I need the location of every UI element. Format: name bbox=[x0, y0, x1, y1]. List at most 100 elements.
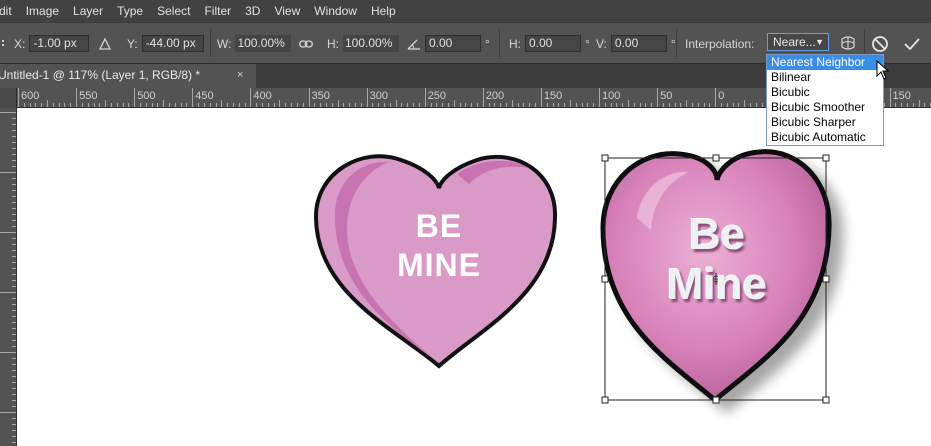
reference-point-icon[interactable] bbox=[2, 23, 10, 64]
ruler-minor-tick bbox=[761, 103, 763, 107]
ruler-tick bbox=[12, 244, 16, 245]
menu-item-1[interactable]: Image bbox=[19, 0, 66, 22]
ruler-minor-tick bbox=[372, 103, 374, 107]
interpolation-option[interactable]: Bicubic Automatic bbox=[767, 130, 883, 145]
vertical-ruler[interactable] bbox=[0, 108, 17, 446]
ruler-major-tick bbox=[482, 88, 484, 107]
commit-transform-icon[interactable] bbox=[901, 33, 923, 55]
ruler-minor-tick bbox=[924, 103, 926, 107]
menu-item-0[interactable]: dit bbox=[0, 0, 19, 22]
document-tab[interactable]: Untitled-1 @ 117% (Layer 1, RGB/8) * × bbox=[0, 64, 256, 88]
ruler-tick bbox=[12, 430, 16, 431]
ruler-minor-tick bbox=[221, 100, 223, 107]
ruler-minor-tick bbox=[105, 100, 107, 107]
ruler-minor-tick bbox=[662, 103, 664, 107]
ruler-minor-tick bbox=[738, 103, 740, 107]
ruler-minor-tick bbox=[93, 103, 95, 107]
ruler-label: 550 bbox=[79, 90, 98, 102]
ruler-minor-tick bbox=[314, 103, 316, 107]
ruler-minor-tick bbox=[912, 103, 914, 107]
ruler-minor-tick bbox=[186, 103, 188, 107]
ruler-minor-tick bbox=[389, 103, 391, 107]
ruler-label: 350 bbox=[311, 90, 330, 102]
warp-mode-icon[interactable] bbox=[837, 33, 859, 55]
h-skew-label: H: bbox=[509, 36, 521, 51]
y-label: Y: bbox=[127, 36, 138, 51]
ruler-major-tick bbox=[599, 88, 600, 107]
ruler-minor-tick bbox=[575, 103, 577, 107]
interpolation-value: Neare... bbox=[773, 35, 816, 49]
x-position-input[interactable]: -1.00 px bbox=[29, 35, 90, 52]
menu-item-8[interactable]: Window bbox=[307, 0, 364, 22]
ruler-tick bbox=[12, 190, 16, 191]
ruler-minor-tick bbox=[517, 103, 519, 107]
ruler-minor-tick bbox=[755, 103, 757, 107]
interpolation-option[interactable]: Bicubic bbox=[767, 85, 883, 100]
ruler-minor-tick bbox=[337, 100, 339, 107]
interpolation-option[interactable]: Nearest Neighbor bbox=[767, 55, 883, 70]
ruler-tick bbox=[0, 352, 16, 353]
ruler-minor-tick bbox=[668, 103, 670, 107]
height-input[interactable]: 100.00% bbox=[343, 35, 399, 52]
ruler-minor-tick bbox=[198, 103, 200, 107]
ruler-tick bbox=[12, 358, 16, 359]
ruler-label: 150 bbox=[543, 90, 563, 102]
interpolation-label: Interpolation: bbox=[685, 36, 755, 51]
relative-position-icon[interactable] bbox=[99, 23, 111, 64]
ruler-minor-tick bbox=[81, 103, 83, 107]
ruler-minor-tick bbox=[349, 103, 351, 107]
ruler-tick bbox=[12, 226, 16, 227]
ruler-minor-tick bbox=[593, 103, 595, 107]
ruler-minor-tick bbox=[529, 103, 531, 107]
v-skew-input[interactable]: 0.00 bbox=[610, 35, 667, 52]
ruler-minor-tick bbox=[453, 100, 455, 107]
menu-item-6[interactable]: 3D bbox=[238, 0, 267, 22]
mouse-cursor-icon bbox=[876, 60, 890, 80]
ruler-tick bbox=[0, 172, 16, 173]
cancel-transform-icon[interactable] bbox=[869, 33, 891, 55]
y-position-input[interactable]: -44.00 px bbox=[141, 35, 204, 52]
ruler-minor-tick bbox=[558, 103, 560, 107]
interpolation-select[interactable]: Neare... ▼ bbox=[767, 33, 829, 51]
ruler-tick bbox=[12, 442, 16, 443]
ruler-major-tick bbox=[250, 88, 252, 107]
ruler-minor-tick bbox=[41, 103, 43, 107]
ruler-minor-tick bbox=[238, 103, 240, 107]
ruler-minor-tick bbox=[384, 103, 386, 107]
interpolation-option[interactable]: Bicubic Smoother bbox=[767, 100, 883, 115]
h-skew-input[interactable]: 0.00 bbox=[525, 35, 581, 52]
menu-item-7[interactable]: View bbox=[267, 0, 307, 22]
ruler-minor-tick bbox=[47, 100, 49, 107]
ruler-minor-tick bbox=[145, 103, 147, 107]
ruler-tick bbox=[12, 220, 16, 221]
ruler-major-tick bbox=[134, 88, 136, 107]
menu-item-2[interactable]: Layer bbox=[66, 0, 110, 22]
ruler-tick bbox=[12, 148, 16, 149]
interpolation-option[interactable]: Bicubic Sharper bbox=[767, 115, 883, 130]
ruler-tick bbox=[12, 118, 16, 119]
link-icon[interactable] bbox=[299, 23, 313, 64]
menu-item-9[interactable]: Help bbox=[364, 0, 403, 22]
menu-item-3[interactable]: Type bbox=[110, 0, 150, 22]
v-skew-unit: ° bbox=[670, 36, 676, 51]
ruler-minor-tick bbox=[651, 103, 653, 107]
ruler-minor-tick bbox=[680, 103, 682, 107]
interpolation-option[interactable]: Bilinear bbox=[767, 70, 883, 85]
canvas[interactable]: BE MINE Be Mine bbox=[17, 108, 931, 446]
ruler-minor-tick bbox=[157, 103, 159, 107]
ruler-minor-tick bbox=[163, 100, 165, 107]
ruler-minor-tick bbox=[52, 103, 54, 107]
ruler-minor-tick bbox=[418, 103, 420, 107]
menu-item-5[interactable]: Filter bbox=[197, 0, 238, 22]
rotate-angle-input[interactable]: 0.00 bbox=[425, 35, 481, 52]
close-icon[interactable]: × bbox=[237, 64, 243, 86]
width-input[interactable]: 100.00% bbox=[235, 35, 292, 52]
menu-item-4[interactable]: Select bbox=[150, 0, 197, 22]
ruler-minor-tick bbox=[291, 103, 293, 107]
ruler-minor-tick bbox=[564, 103, 566, 107]
ruler-minor-tick bbox=[674, 103, 676, 107]
ruler-label: 400 bbox=[253, 90, 272, 102]
ruler-tick bbox=[12, 382, 16, 383]
ruler-minor-tick bbox=[506, 103, 508, 107]
ruler-tick bbox=[12, 370, 16, 371]
